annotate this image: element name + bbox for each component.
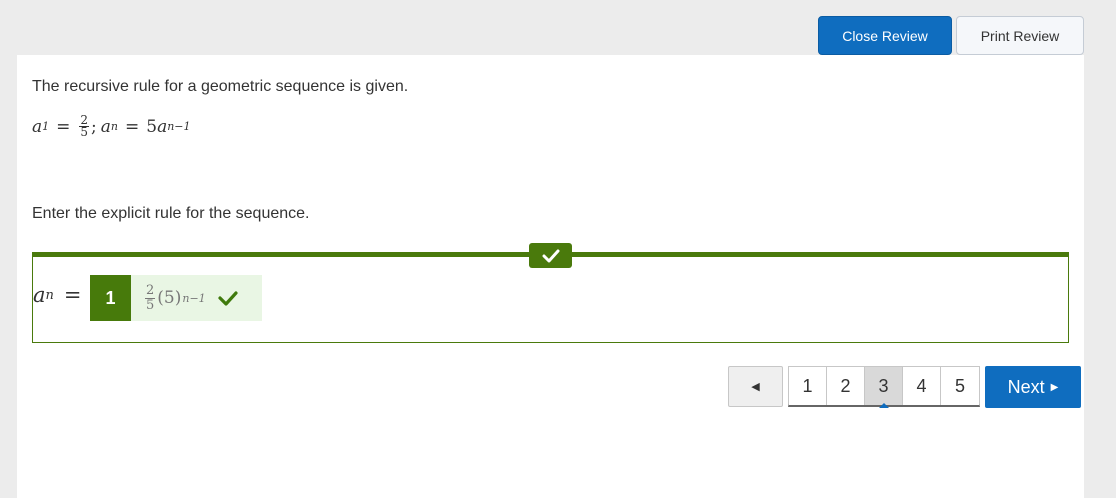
next-label: Next xyxy=(1007,376,1045,397)
response-exponent: n−1 xyxy=(182,291,206,305)
an-subscript: n xyxy=(45,287,54,303)
answer-lhs: an = xyxy=(33,283,82,307)
fraction-denominator: 5 xyxy=(80,125,89,139)
page-4-button[interactable]: 4 xyxy=(903,367,941,405)
coefficient: 5 xyxy=(146,116,158,137)
page-2-button[interactable]: 2 xyxy=(827,367,865,405)
question-panel: The recursive rule for a geometric seque… xyxy=(17,55,1084,498)
close-review-button[interactable]: Close Review xyxy=(818,16,952,55)
an-symbol: a xyxy=(33,283,46,307)
correct-check-tab xyxy=(529,243,572,268)
page-list: 1 2 3 4 5 xyxy=(788,366,980,407)
prev-symbol: a xyxy=(157,116,168,137)
fraction: 2 5 xyxy=(79,114,90,139)
previous-button[interactable]: ◀ xyxy=(728,366,783,407)
question-prompt: The recursive rule for a geometric seque… xyxy=(32,78,409,95)
response-base: (5) xyxy=(157,288,182,308)
instruction-text: Enter the explicit rule for the sequence… xyxy=(32,205,310,222)
fraction-denominator: 5 xyxy=(146,297,155,313)
next-arrow-icon: ▶ xyxy=(1050,381,1059,393)
page-3-button[interactable]: 3 xyxy=(865,367,903,405)
response-number-badge: 1 xyxy=(90,275,131,321)
recursive-rule: a1 = 2 5 ; an = 5 a n−1 xyxy=(32,114,191,139)
equals-sign: = xyxy=(125,116,140,137)
question-pager: ◀ 1 2 3 4 5 Next ▶ xyxy=(728,366,1081,408)
equals-sign: = xyxy=(63,283,82,307)
response-value[interactable]: 2 5 (5) n−1 xyxy=(131,275,262,321)
an-subscript: n xyxy=(110,120,118,133)
next-button[interactable]: Next ▶ xyxy=(985,366,1081,408)
fraction-numerator: 2 xyxy=(145,282,156,299)
a1-subscript: 1 xyxy=(42,120,50,133)
page-5-button[interactable]: 5 xyxy=(941,367,979,405)
page-1-button[interactable]: 1 xyxy=(789,367,827,405)
response-fraction: 2 5 xyxy=(145,282,156,313)
print-review-button[interactable]: Print Review xyxy=(956,16,1084,55)
equals-sign: = xyxy=(56,116,71,137)
separator: ; xyxy=(91,116,97,137)
review-toolbar: Close Review Print Review xyxy=(818,16,1084,55)
an-symbol: a xyxy=(100,116,111,137)
a1-symbol: a xyxy=(32,116,43,137)
check-icon xyxy=(542,249,559,262)
correct-check-icon xyxy=(218,291,238,306)
prev-subscript: n−1 xyxy=(167,120,191,133)
